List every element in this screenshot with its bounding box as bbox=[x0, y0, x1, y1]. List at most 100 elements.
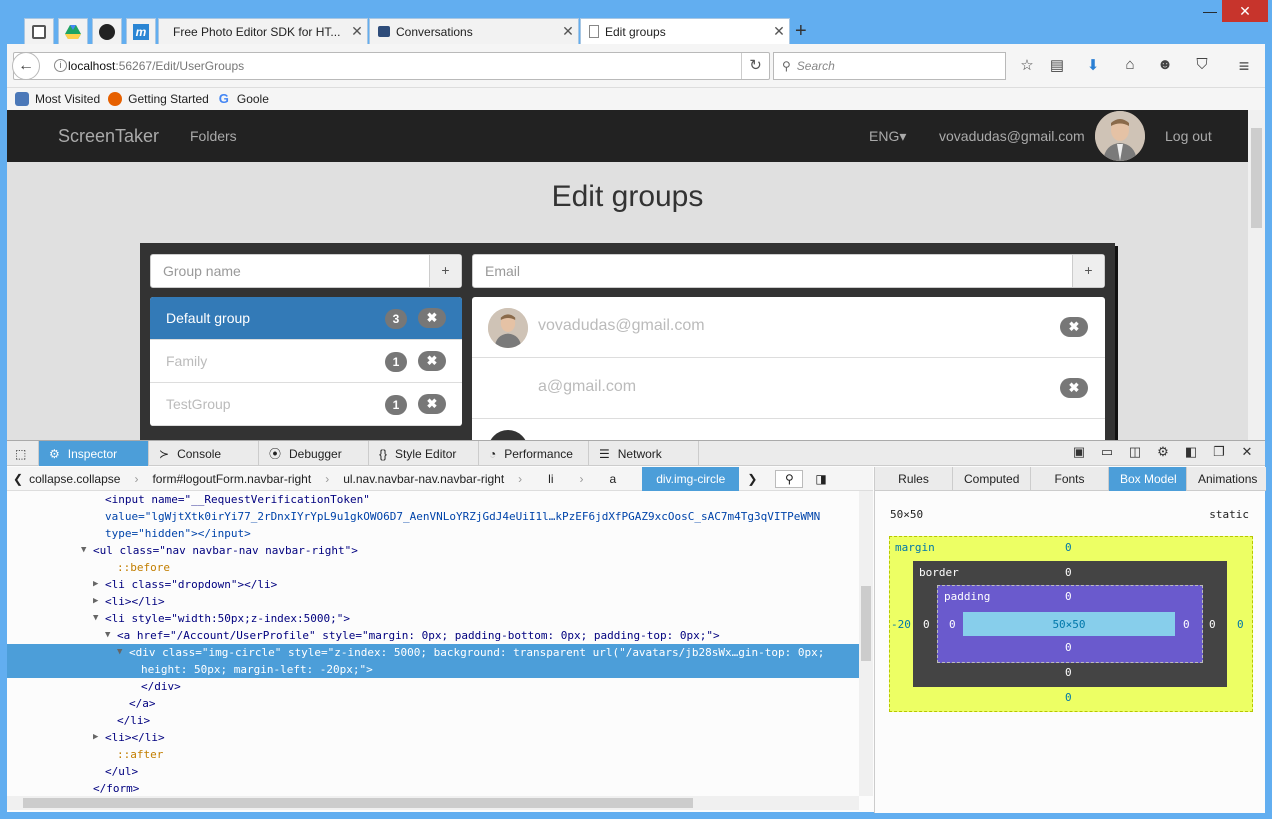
nav-folders-link[interactable]: Folders bbox=[190, 128, 237, 144]
url-bar[interactable]: ← i localhost:56267/Edit/UserGroups ↻ bbox=[12, 52, 770, 80]
info-icon[interactable]: i bbox=[54, 59, 67, 72]
breadcrumb-scroll-right-icon[interactable]: ❯ bbox=[739, 467, 765, 491]
markup-line[interactable]: ::before bbox=[7, 559, 859, 576]
expand-arrow-icon[interactable]: ▶ bbox=[93, 729, 98, 746]
markup-line[interactable]: ▶ <li></li> bbox=[7, 729, 859, 746]
scrollbar-thumb[interactable] bbox=[861, 586, 871, 661]
group-name-input[interactable]: Group name bbox=[151, 263, 429, 279]
remove-member-button[interactable]: ✖ bbox=[1060, 378, 1088, 398]
breadcrumb-item-active[interactable]: div.img-circle bbox=[642, 466, 740, 491]
tab-conversations[interactable]: Conversations ✕ bbox=[369, 18, 579, 44]
delete-group-button[interactable]: ✖ bbox=[418, 308, 446, 328]
breadcrumb-scroll-left-icon[interactable]: ❮ bbox=[7, 467, 29, 491]
tab-computed[interactable]: Computed bbox=[953, 467, 1031, 491]
tab-edit-groups[interactable]: Edit groups ✕ bbox=[580, 18, 790, 44]
markup-line[interactable]: ▼ <div class="img-circle" style="z-index:… bbox=[7, 644, 859, 661]
border-bottom-value[interactable]: 0 bbox=[1065, 666, 1072, 679]
settings-gear-icon[interactable]: ⚙ bbox=[1149, 444, 1177, 460]
markup-line[interactable]: <input name="__RequestVerificationToken" bbox=[7, 491, 859, 508]
tab-performance[interactable]: ◔ Performance bbox=[479, 441, 589, 466]
padding-right-value[interactable]: 0 bbox=[1183, 618, 1190, 631]
brand-link[interactable]: ScreenTaker bbox=[58, 126, 159, 147]
delete-group-button[interactable]: ✖ bbox=[418, 351, 446, 371]
responsive-icon[interactable]: ▣ bbox=[1065, 444, 1093, 460]
group-item-testgroup[interactable]: TestGroup 1 ✖ bbox=[150, 383, 462, 426]
bookmark-goole[interactable]: G Goole bbox=[217, 92, 269, 107]
markup-line[interactable]: </ul> bbox=[7, 763, 859, 780]
breadcrumb-item[interactable]: ul.nav.navbar-nav.navbar-right bbox=[329, 467, 518, 491]
tab-animations[interactable]: Animations bbox=[1187, 467, 1265, 491]
margin-right-value[interactable]: 0 bbox=[1237, 618, 1244, 631]
expand-arrow-icon[interactable]: ▶ bbox=[93, 576, 98, 593]
padding-bottom-value[interactable]: 0 bbox=[1065, 641, 1072, 654]
new-tab-button[interactable]: + bbox=[795, 20, 807, 43]
toggle-sidebar-icon[interactable]: ◨ bbox=[815, 472, 826, 486]
markup-search-icon[interactable]: ⚲ bbox=[775, 469, 804, 488]
add-group-button[interactable]: + bbox=[429, 255, 461, 287]
group-item-default[interactable]: Default group 3 ✖ bbox=[150, 297, 462, 340]
markup-line[interactable]: </a> bbox=[7, 695, 859, 712]
markup-line[interactable]: value="lgWjtXtk0irYi77_2rDnxIYrYpL9u1gkO… bbox=[7, 508, 859, 525]
delete-group-button[interactable]: ✖ bbox=[418, 394, 446, 414]
page-scrollbar[interactable] bbox=[1248, 110, 1265, 440]
nav-user-email[interactable]: vovadudas@gmail.com bbox=[939, 128, 1085, 144]
padding-top-value[interactable]: 0 bbox=[1065, 590, 1072, 603]
markup-line[interactable]: ▼ <ul class="nav navbar-nav navbar-right"… bbox=[7, 542, 859, 559]
collapse-arrow-icon[interactable]: ▼ bbox=[105, 627, 110, 644]
breadcrumb-item[interactable]: a bbox=[584, 467, 643, 491]
dock-side-icon[interactable]: ◧ bbox=[1177, 444, 1205, 460]
margin-left-value[interactable]: -20 bbox=[891, 618, 911, 631]
pick-element-icon[interactable]: ⬚ bbox=[7, 441, 39, 466]
language-dropdown[interactable]: ENG▾ bbox=[869, 128, 906, 145]
border-top-value[interactable]: 0 bbox=[1065, 566, 1072, 579]
search-input[interactable]: ⚲ Search bbox=[773, 52, 1006, 80]
collapse-arrow-icon[interactable]: ▼ bbox=[93, 610, 98, 627]
frame-select-icon[interactable]: ◫ bbox=[1121, 444, 1149, 460]
tab-box-model[interactable]: Box Model bbox=[1109, 467, 1187, 491]
pinned-tab-drive[interactable] bbox=[58, 18, 88, 44]
user-avatar[interactable] bbox=[1095, 111, 1145, 161]
tab-inspector[interactable]: ⚙ Inspector bbox=[39, 441, 149, 466]
markup-line[interactable]: </div> bbox=[7, 678, 859, 695]
markup-horizontal-scrollbar[interactable] bbox=[7, 796, 859, 810]
breadcrumb-item[interactable]: li bbox=[522, 467, 579, 491]
pinned-tab-m[interactable]: m bbox=[126, 18, 156, 44]
bookmark-most-visited[interactable]: Most Visited bbox=[15, 92, 100, 106]
smiley-icon[interactable]: ☻ bbox=[1154, 56, 1176, 76]
home-icon[interactable]: ⌂ bbox=[1119, 56, 1141, 76]
tab-debugger[interactable]: ⦿ Debugger bbox=[259, 441, 369, 466]
pocket-icon[interactable]: ⛉ bbox=[1191, 56, 1213, 76]
margin-top-value[interactable]: 0 bbox=[1065, 541, 1072, 554]
logout-link[interactable]: Log out bbox=[1165, 128, 1212, 144]
reload-icon[interactable]: ↻ bbox=[741, 53, 769, 79]
border-right-value[interactable]: 0 bbox=[1209, 618, 1216, 631]
markup-line[interactable]: ::after bbox=[7, 746, 859, 763]
markup-line[interactable]: </form> bbox=[7, 780, 859, 796]
bookmark-getting-started[interactable]: Getting Started bbox=[108, 92, 209, 106]
markup-vertical-scrollbar[interactable] bbox=[859, 491, 873, 796]
tab-close-icon[interactable]: ✕ bbox=[347, 23, 367, 40]
markup-line[interactable]: ▶ <li class="dropdown"></li> bbox=[7, 576, 859, 593]
scrollbar-thumb[interactable] bbox=[1251, 128, 1262, 228]
margin-bottom-value[interactable]: 0 bbox=[1065, 691, 1072, 704]
pinned-tab-github[interactable] bbox=[92, 18, 122, 44]
tab-fonts[interactable]: Fonts bbox=[1031, 467, 1109, 491]
undock-icon[interactable]: ❐ bbox=[1205, 444, 1233, 460]
pinned-tab-trello[interactable] bbox=[24, 18, 54, 44]
padding-left-value[interactable]: 0 bbox=[949, 618, 956, 631]
markup-line[interactable]: ▶ <li></li> bbox=[7, 593, 859, 610]
group-item-family[interactable]: Family 1 ✖ bbox=[150, 340, 462, 383]
tab-photo-editor[interactable]: Free Photo Editor SDK for HT... ✕ bbox=[158, 18, 368, 44]
markup-line[interactable]: </li> bbox=[7, 712, 859, 729]
reading-list-icon[interactable]: ▤ bbox=[1046, 56, 1068, 76]
split-console-icon[interactable]: ▭ bbox=[1093, 444, 1121, 460]
markup-line[interactable]: height: 50px; margin-left: -20px;"> bbox=[7, 661, 859, 678]
close-devtools-icon[interactable]: ✕ bbox=[1233, 444, 1261, 460]
breadcrumb-item[interactable]: collapse.collapse bbox=[29, 467, 134, 491]
scrollbar-thumb[interactable] bbox=[23, 798, 693, 808]
add-email-button[interactable]: + bbox=[1072, 255, 1104, 287]
tab-close-icon[interactable]: ✕ bbox=[769, 23, 789, 40]
remove-member-button[interactable]: ✖ bbox=[1060, 317, 1088, 337]
collapse-arrow-icon[interactable]: ▼ bbox=[81, 542, 86, 559]
markup-line[interactable]: type="hidden"></input> bbox=[7, 525, 859, 542]
